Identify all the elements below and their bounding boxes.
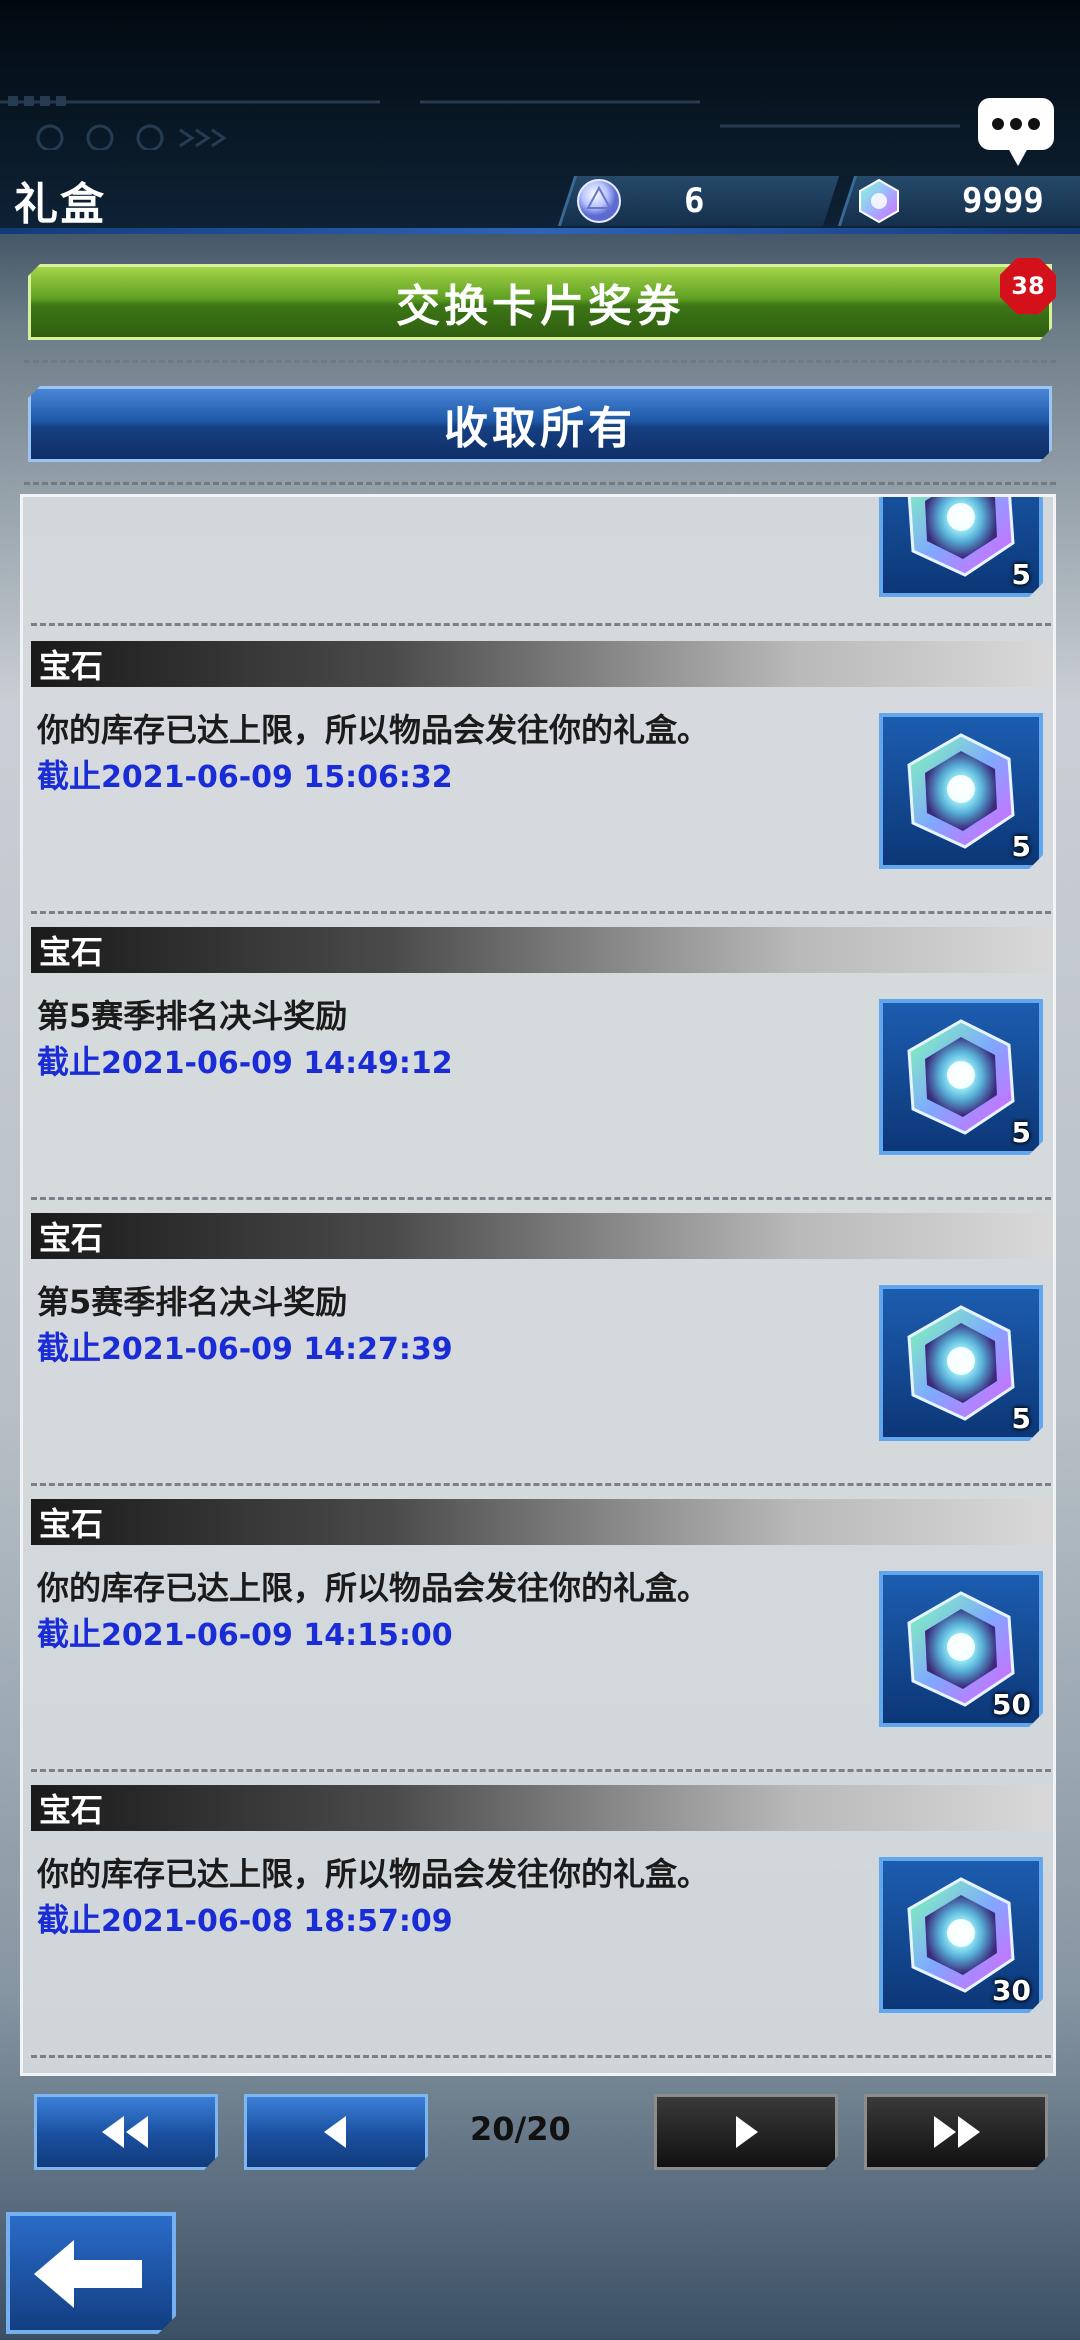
gift-quantity: 50 [992, 1688, 1031, 1721]
gift-deadline: 截止2021-06-09 14:15:00 [37, 1615, 453, 1653]
exchange-button-label: 交换卡片奖券 [396, 281, 684, 332]
first-page-button[interactable] [34, 2094, 218, 2170]
exchange-card-tickets-button[interactable]: 交换卡片奖券 [28, 264, 1052, 340]
divider [31, 623, 1051, 626]
gift-category: 宝石 [31, 1499, 1051, 1545]
orb-icon [577, 179, 621, 223]
gift-deadline: 截止2021-06-08 18:57:09 [37, 1901, 453, 1939]
chevron-right-icon [726, 2112, 766, 2152]
chevron-left-icon [316, 2112, 356, 2152]
gem-icon [899, 1015, 1023, 1139]
divider [24, 482, 1056, 485]
divider [31, 1769, 1051, 1772]
header-divider [0, 228, 1080, 234]
chat-icon [992, 118, 1004, 130]
collect-all-label: 收取所有 [444, 403, 636, 454]
gift-quantity: 5 [1011, 1402, 1031, 1435]
chat-button[interactable] [978, 98, 1054, 166]
gift-deadline: 截止2021-06-09 15:06:32 [37, 757, 453, 795]
gift-quantity: 5 [1011, 830, 1031, 863]
gift-message: 你的库存已达上限，所以物品会发往你的礼盒。 [37, 711, 710, 749]
previous-page-button[interactable] [244, 2094, 428, 2170]
gift-item-icon[interactable]: 50 [879, 1571, 1043, 1727]
divider [31, 911, 1051, 914]
gift-message: 你的库存已达上限，所以物品会发往你的礼盒。 [37, 1569, 710, 1607]
back-button[interactable] [6, 2212, 176, 2334]
gift-message: 你的库存已达上限，所以物品会发往你的礼盒。 [37, 1855, 710, 1893]
gem-icon [859, 178, 899, 224]
last-page-button[interactable] [864, 2094, 1048, 2170]
divider [24, 360, 1056, 363]
double-chevron-right-icon [926, 2112, 986, 2152]
gift-quantity: 5 [1011, 558, 1031, 591]
gift-item-icon[interactable]: 5 [879, 494, 1043, 597]
gift-quantity: 30 [992, 1974, 1031, 2007]
arrow-left-icon [30, 2234, 150, 2314]
gem-icon [899, 729, 1023, 853]
gift-category: 宝石 [31, 927, 1051, 973]
gem-icon [899, 494, 1023, 581]
gift-deadline: 截止2021-06-09 14:49:12 [37, 1043, 453, 1081]
gift-category: 宝石 [31, 641, 1051, 687]
double-chevron-left-icon [96, 2112, 156, 2152]
gift-deadline: 截止2021-06-09 14:27:39 [37, 1329, 453, 1367]
gem-count: 9999 [962, 181, 1044, 221]
top-bar: 礼盒 6 9999 [0, 0, 1080, 234]
gift-category: 宝石 [31, 1213, 1051, 1259]
next-page-button[interactable] [654, 2094, 838, 2170]
page-indicator: 20/20 [470, 2110, 571, 2148]
circuit-decoration [0, 96, 960, 150]
divider [31, 1483, 1051, 1486]
divider [31, 1197, 1051, 1200]
gift-list[interactable]: 5 宝石 你的库存已达上限，所以物品会发往你的礼盒。 截止2021-06-09 … [20, 494, 1056, 2076]
gem-icon [899, 1301, 1023, 1425]
divider [31, 2055, 1051, 2058]
gift-category: 宝石 [31, 1785, 1051, 1831]
page-title: 礼盒 [14, 179, 106, 230]
gift-item-icon[interactable]: 30 [879, 1857, 1043, 2013]
orb-count: 6 [684, 181, 705, 221]
gift-item-icon[interactable]: 5 [879, 999, 1043, 1155]
notification-badge: 38 [1000, 258, 1056, 314]
gift-item-icon[interactable]: 5 [879, 1285, 1043, 1441]
gift-message: 第5赛季排名决斗奖励 [37, 997, 348, 1035]
collect-all-button[interactable]: 收取所有 [28, 386, 1052, 462]
gift-message: 第5赛季排名决斗奖励 [37, 1283, 348, 1321]
gift-quantity: 5 [1011, 1116, 1031, 1149]
gift-item-icon[interactable]: 5 [879, 713, 1043, 869]
